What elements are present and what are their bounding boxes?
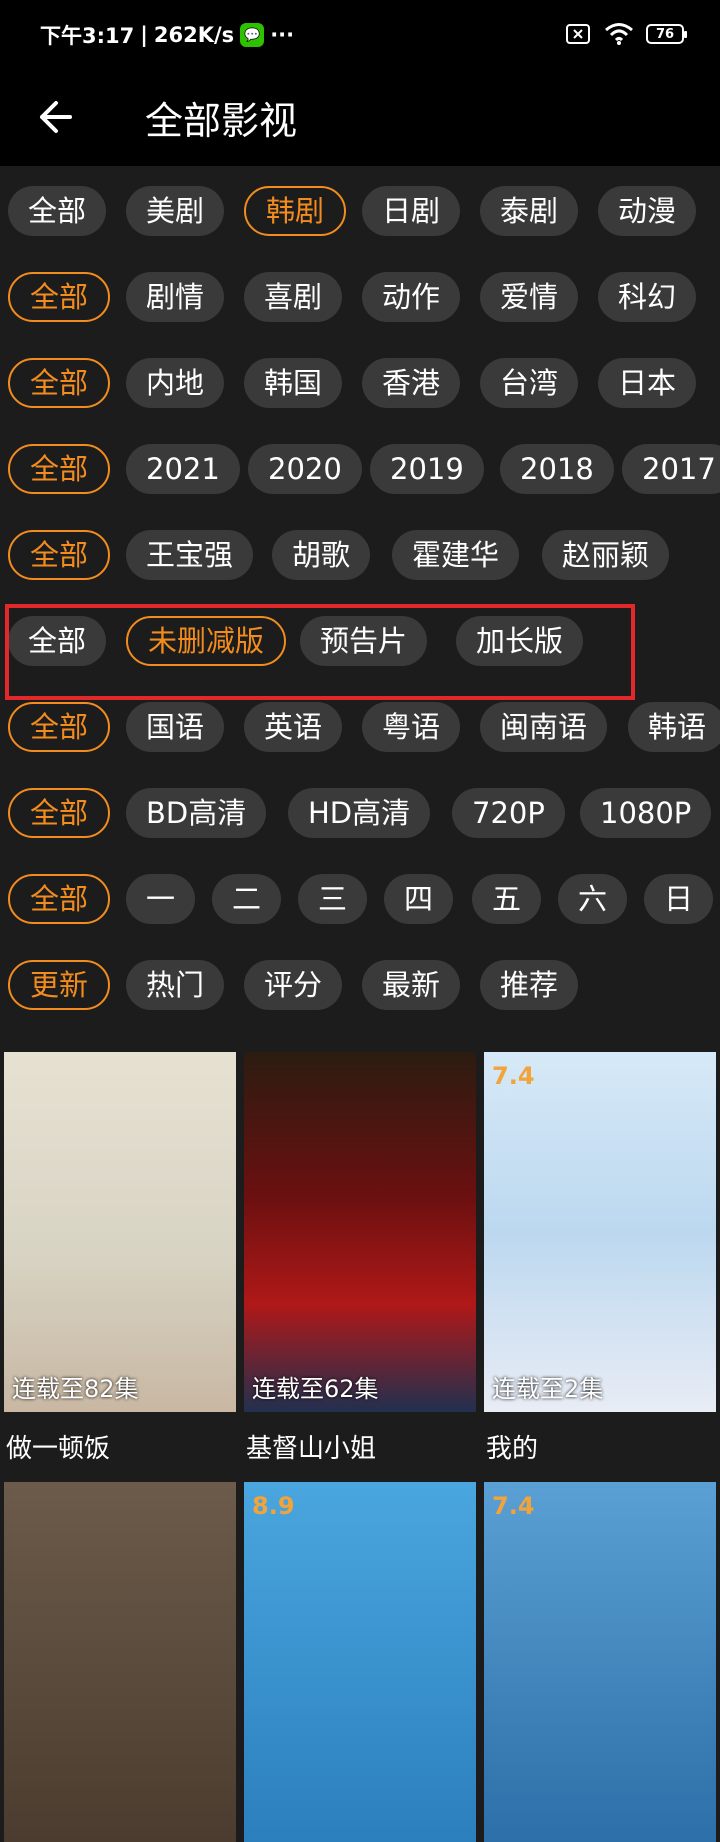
filter-chip[interactable]: 热门 (126, 960, 225, 1010)
episode-status: 连载至82集 (12, 1375, 139, 1403)
status-net-speed: 262K/s (153, 23, 235, 47)
filter-chip[interactable]: 霍建华 (392, 530, 520, 580)
filter-chip[interactable]: 推荐 (480, 960, 579, 1010)
filter-chip[interactable]: 2017 (622, 444, 720, 494)
status-divider: | (140, 23, 148, 47)
filter-chip[interactable]: 720P (452, 788, 565, 838)
filter-chip[interactable]: HD高清 (288, 788, 431, 838)
filter-chip[interactable]: 韩语 (628, 702, 720, 752)
filter-chip[interactable]: 韩国 (244, 358, 343, 408)
filter-chip[interactable]: 一 (126, 874, 196, 924)
poster-image[interactable]: 7.4 (484, 1482, 716, 1842)
video-title[interactable]: 做一顿饭 (6, 1428, 110, 1465)
back-arrow-icon[interactable] (36, 92, 86, 142)
filter-chip[interactable]: 英语 (244, 702, 343, 752)
filter-chip[interactable]: 五 (472, 874, 542, 924)
filter-chip[interactable]: 全部 (8, 272, 111, 322)
status-left: 下午3:17 | 262K/s 💬 ··· (40, 20, 294, 50)
filter-chip[interactable]: 1080P (580, 788, 712, 838)
filter-chip[interactable]: 更新 (8, 960, 111, 1010)
filter-chip[interactable]: 内地 (126, 358, 225, 408)
filter-chip[interactable]: 剧情 (126, 272, 225, 322)
filter-chip[interactable]: 四 (384, 874, 454, 924)
filter-chip[interactable]: 爱情 (480, 272, 579, 322)
filter-chip[interactable]: 全部 (8, 444, 111, 494)
filter-chip[interactable]: 全部 (8, 358, 111, 408)
filter-chip[interactable]: 2018 (500, 444, 614, 494)
filter-chip[interactable]: 评分 (244, 960, 343, 1010)
filter-chip[interactable]: 王宝强 (126, 530, 254, 580)
filter-chip[interactable]: 2021 (126, 444, 240, 494)
filter-chip[interactable]: 全部 (8, 702, 111, 752)
status-time: 下午3:17 (40, 24, 135, 48)
filter-chip[interactable]: 全部 (8, 788, 111, 838)
rating-badge: 7.4 (492, 1062, 535, 1090)
video-title[interactable]: 我的 (486, 1428, 538, 1465)
filter-chip[interactable]: BD高清 (126, 788, 267, 838)
filter-chip[interactable]: 动作 (362, 272, 461, 322)
sim-off-icon (566, 24, 590, 44)
filter-chip[interactable]: 胡歌 (272, 530, 371, 580)
wifi-icon (605, 23, 633, 45)
filter-chip[interactable]: 科幻 (598, 272, 697, 322)
poster-image[interactable]: 8.9 (244, 1482, 476, 1842)
filter-chip[interactable]: 粤语 (362, 702, 461, 752)
poster-image[interactable] (4, 1482, 236, 1842)
filter-chip[interactable]: 美剧 (126, 186, 225, 236)
poster-image[interactable]: 7.4 连载至2集 (484, 1052, 716, 1412)
filter-chip[interactable]: 动漫 (598, 186, 697, 236)
battery-icon: 76 (646, 24, 687, 44)
filter-chip[interactable]: 日剧 (362, 186, 461, 236)
filter-chip[interactable]: 韩剧 (244, 186, 347, 236)
rating-badge: 7.4 (492, 1492, 535, 1520)
filter-chip[interactable]: 全部 (8, 874, 111, 924)
status-more: ··· (270, 23, 295, 47)
filter-chip[interactable]: 国语 (126, 702, 225, 752)
poster-image[interactable]: 连载至62集 (244, 1052, 476, 1412)
filter-chip[interactable]: 喜剧 (244, 272, 343, 322)
status-right: 76 (566, 22, 687, 46)
filter-chip[interactable]: 日本 (598, 358, 697, 408)
filter-chip[interactable]: 全部 (8, 186, 107, 236)
filter-chip[interactable]: 最新 (362, 960, 461, 1010)
filter-chip[interactable]: 日 (644, 874, 714, 924)
page-title: 全部影视 (145, 99, 298, 143)
battery-level: 76 (655, 26, 675, 42)
wechat-icon: 💬 (240, 23, 265, 47)
filter-chip[interactable]: 2019 (370, 444, 484, 494)
poster-image[interactable]: 连载至82集 (4, 1052, 236, 1412)
filter-chip[interactable]: 闽南语 (480, 702, 608, 752)
episode-status: 连载至62集 (252, 1375, 379, 1403)
filter-chip[interactable]: 泰剧 (480, 186, 579, 236)
episode-status: 连载至2集 (492, 1375, 604, 1403)
status-bar: 下午3:17 | 262K/s 💬 ··· 76 (0, 0, 720, 70)
filter-chip[interactable]: 台湾 (480, 358, 579, 408)
filter-chip[interactable]: 香港 (362, 358, 461, 408)
filter-chip[interactable]: 全部 (8, 530, 111, 580)
filter-chip[interactable]: 赵丽颖 (542, 530, 670, 580)
rating-badge: 8.9 (252, 1492, 295, 1520)
highlight-frame (5, 604, 635, 700)
app-header: 全部影视 (0, 70, 720, 166)
filter-chip[interactable]: 二 (212, 874, 282, 924)
filter-chip[interactable]: 2020 (248, 444, 362, 494)
filter-chip[interactable]: 六 (558, 874, 628, 924)
video-title[interactable]: 基督山小姐 (246, 1428, 376, 1465)
filter-chip[interactable]: 三 (298, 874, 368, 924)
